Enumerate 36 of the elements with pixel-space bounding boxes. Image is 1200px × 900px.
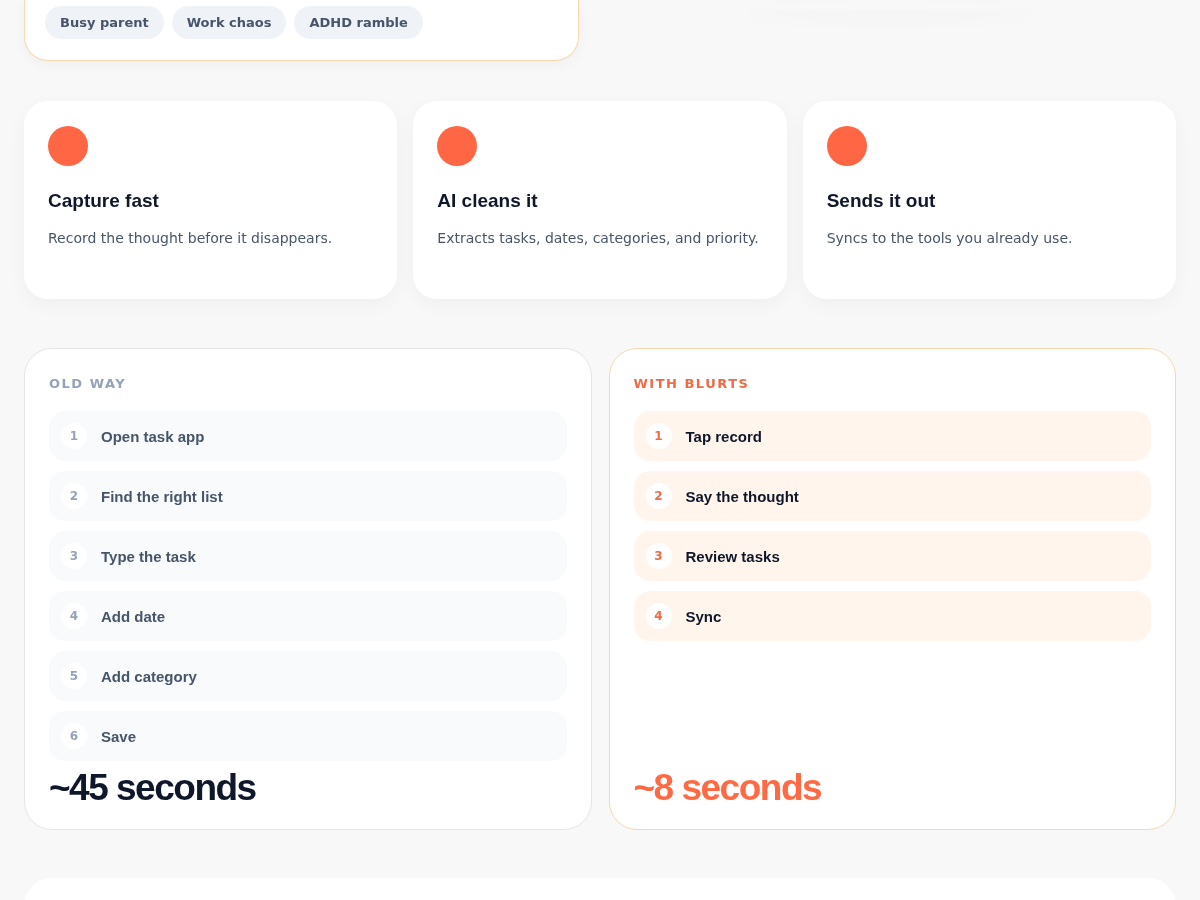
step-number: 3: [645, 543, 672, 569]
example-chip[interactable]: ADHD ramble: [294, 6, 423, 39]
feature-title: Sends it out: [826, 190, 937, 212]
comparison-heading: WITH BLURTS: [633, 376, 751, 391]
step-number: 2: [61, 483, 87, 509]
feature-description: Record the thought before it disappears.: [48, 229, 334, 248]
step-number: 4: [61, 603, 87, 629]
step-label: Open task app: [101, 427, 205, 445]
feature-title: Capture fast: [48, 190, 160, 212]
feature-title: AI cleans it: [437, 190, 539, 212]
step-label: Find the right list: [101, 487, 223, 505]
step-label: Review tasks: [685, 547, 780, 565]
step-number: 6: [61, 723, 87, 749]
step-number: 4: [645, 603, 672, 629]
step-label: Add date: [101, 607, 166, 625]
step-label: Say the thought: [685, 487, 799, 505]
step-number: 3: [61, 543, 87, 569]
feature-dot-icon: [437, 126, 478, 166]
step-number: 5: [61, 663, 87, 689]
step-label: Add category: [101, 667, 197, 685]
feature-description: Extracts tasks, dates, categories, and priority.: [437, 229, 760, 248]
feature-dot-icon: [826, 126, 867, 166]
step-number: 1: [61, 423, 87, 449]
example-chip[interactable]: Work chaos: [171, 6, 287, 39]
step-number: 2: [645, 483, 672, 509]
step-label: Save: [101, 727, 137, 745]
step-number: 1: [645, 423, 672, 449]
example-chip[interactable]: Busy parent: [45, 6, 164, 39]
time-total: ~8 seconds: [633, 767, 823, 809]
feature-dot-icon: [48, 126, 88, 166]
step-label: Tap record: [685, 427, 762, 445]
step-label: Sync: [685, 607, 722, 625]
time-total: ~45 seconds: [49, 767, 257, 809]
feature-description: Syncs to the tools you already use.: [826, 229, 1074, 248]
step-label: Type the task: [101, 547, 196, 565]
comparison-heading: OLD WAY: [49, 376, 128, 391]
